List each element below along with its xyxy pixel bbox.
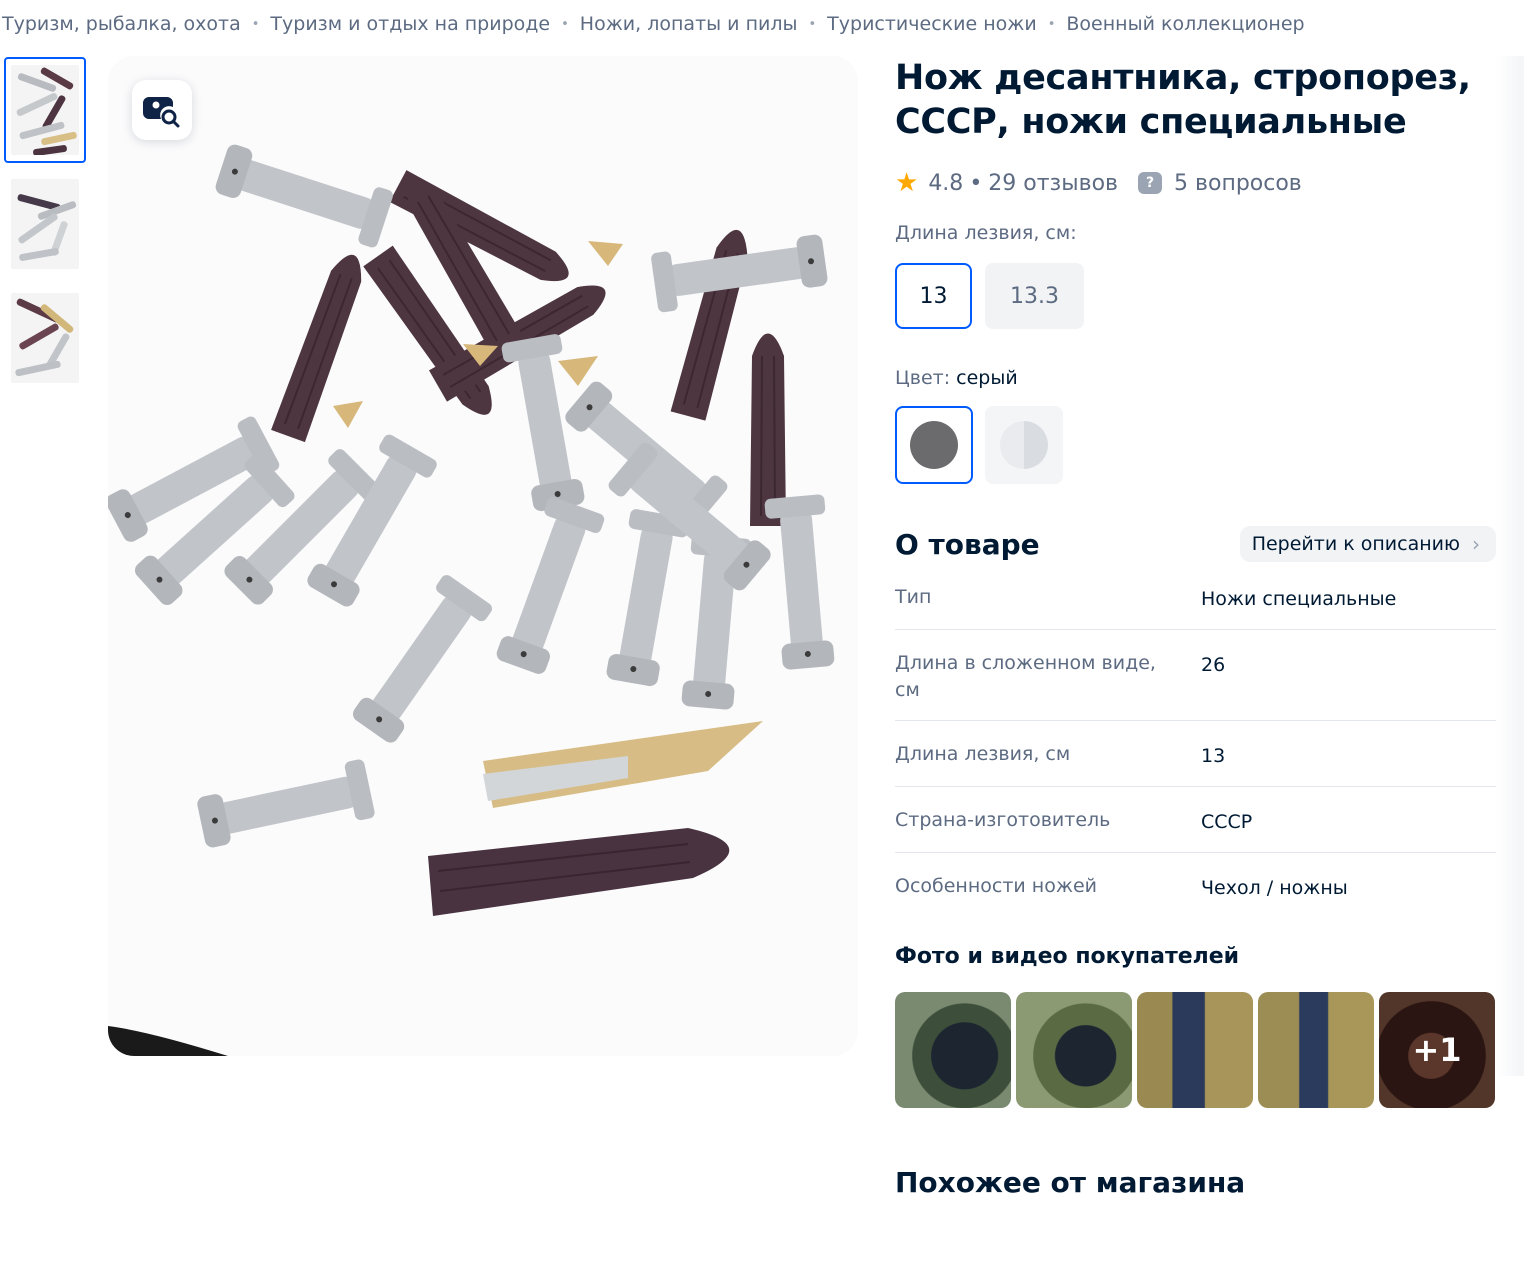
breadcrumb-separator: • — [251, 16, 260, 32]
about-title: О товаре — [895, 527, 1040, 561]
chevron-right-icon: › — [1472, 532, 1480, 556]
blade-length-option-13[interactable]: 13 — [895, 263, 972, 329]
product-info-panel: Нож десантника, стропорез, СССР, ножи сп… — [895, 56, 1496, 1199]
breadcrumb: Туризм, рыбалка, охота • Туризм и отдых … — [2, 13, 1305, 35]
customer-photo-5[interactable]: +1 — [1379, 992, 1495, 1108]
spec-value: 13 — [1201, 745, 1226, 767]
breadcrumb-link-nature[interactable]: Туризм и отдых на природе — [270, 13, 550, 35]
questions-link[interactable]: 5 вопросов — [1174, 171, 1302, 196]
color-swatch-light[interactable] — [985, 406, 1063, 484]
thumbnail-image — [11, 65, 79, 155]
blade-length-option-13-3[interactable]: 13.3 — [985, 263, 1084, 329]
thumbnail-image — [11, 179, 79, 269]
spec-key: Длина лезвия, см — [895, 743, 1071, 765]
product-title: Нож десантника, стропорез, СССР, ножи сп… — [895, 58, 1471, 142]
about-header: О товаре Перейти к описанию › — [895, 526, 1496, 562]
breadcrumb-link-seller[interactable]: Военный коллекционер — [1066, 13, 1304, 35]
spec-value: СССР — [1201, 811, 1253, 833]
breadcrumb-separator: • — [561, 16, 569, 32]
breadcrumb-link-touring-knives[interactable]: Туристические ножи — [827, 13, 1037, 35]
blade-length-label: Длина лезвия, см: — [895, 222, 1077, 244]
knives-illustration — [108, 56, 858, 1056]
thumbnail-image — [11, 293, 79, 383]
go-to-description-label: Перейти к описанию — [1251, 533, 1460, 555]
go-to-description-button[interactable]: Перейти к описанию › — [1239, 526, 1496, 562]
color-dot — [1000, 421, 1048, 469]
spec-value: Чехол / ножны — [1201, 877, 1348, 899]
color-label: Цвет: серый — [895, 367, 1496, 389]
color-selector — [895, 406, 1496, 484]
spec-key: Тип — [895, 586, 932, 608]
thumbnail-strip — [4, 57, 88, 399]
thumbnail-1[interactable] — [4, 57, 86, 163]
customer-photo-4[interactable] — [1258, 992, 1374, 1108]
customer-media-title: Фото и видео покупателей — [895, 944, 1240, 969]
reviews-link[interactable]: 29 отзывов — [988, 171, 1118, 196]
breadcrumb-link-knives-tools[interactable]: Ножи, лопаты и пилы — [580, 13, 798, 35]
spec-row: Длина лезвия, см 13 — [895, 741, 1496, 787]
customer-media-strip: +1 — [895, 992, 1496, 1108]
image-search-button[interactable] — [132, 80, 192, 140]
questions-icon: ? — [1138, 172, 1163, 194]
breadcrumb-link-tourism[interactable]: Туризм, рыбалка, охота — [2, 13, 241, 35]
customer-photo-2[interactable] — [1016, 992, 1132, 1108]
blade-length-selector: 13 13.3 — [895, 263, 1496, 329]
spec-key: Длина в сложенном виде, см — [895, 652, 1156, 701]
spec-row: Тип Ножи специальные — [895, 584, 1496, 630]
thumbnail-3[interactable] — [4, 285, 86, 391]
rating-row: ★ 4.8 • 29 отзывов ? 5 вопросов — [895, 168, 1496, 198]
customer-photo-1[interactable] — [895, 992, 1011, 1108]
more-photos-count: +1 — [1379, 992, 1495, 1108]
spec-table: Тип Ножи специальные Длина в сложенном в… — [895, 584, 1496, 918]
rating-value[interactable]: 4.8 — [928, 171, 963, 196]
spec-row: Особенности ножей Чехол / ножны — [895, 873, 1496, 918]
main-product-image[interactable] — [108, 56, 858, 1056]
breadcrumb-separator: • — [1047, 16, 1056, 32]
spec-key: Особенности ножей — [895, 875, 1098, 897]
spec-row: Длина в сложенном виде, см 26 — [895, 650, 1496, 721]
spec-row: Страна-изготовитель СССР — [895, 807, 1496, 853]
color-dot — [910, 421, 958, 469]
color-swatch-grey[interactable] — [895, 406, 973, 484]
image-search-icon — [143, 97, 180, 128]
star-icon: ★ — [895, 168, 919, 198]
thumbnail-2[interactable] — [4, 171, 86, 277]
spec-value: 26 — [1201, 654, 1226, 676]
spec-key: Страна-изготовитель — [895, 809, 1111, 831]
customer-photo-3[interactable] — [1137, 992, 1253, 1108]
color-label-text: Цвет: — [895, 367, 951, 389]
similar-from-shop-title: Похожее от магазина — [895, 1166, 1246, 1199]
color-value: серый — [956, 367, 1018, 389]
spec-value: Ножи специальные — [1201, 588, 1397, 610]
rating-separator: • — [969, 170, 983, 196]
page-edge-shadow — [1496, 56, 1524, 1076]
breadcrumb-separator: • — [808, 16, 817, 32]
